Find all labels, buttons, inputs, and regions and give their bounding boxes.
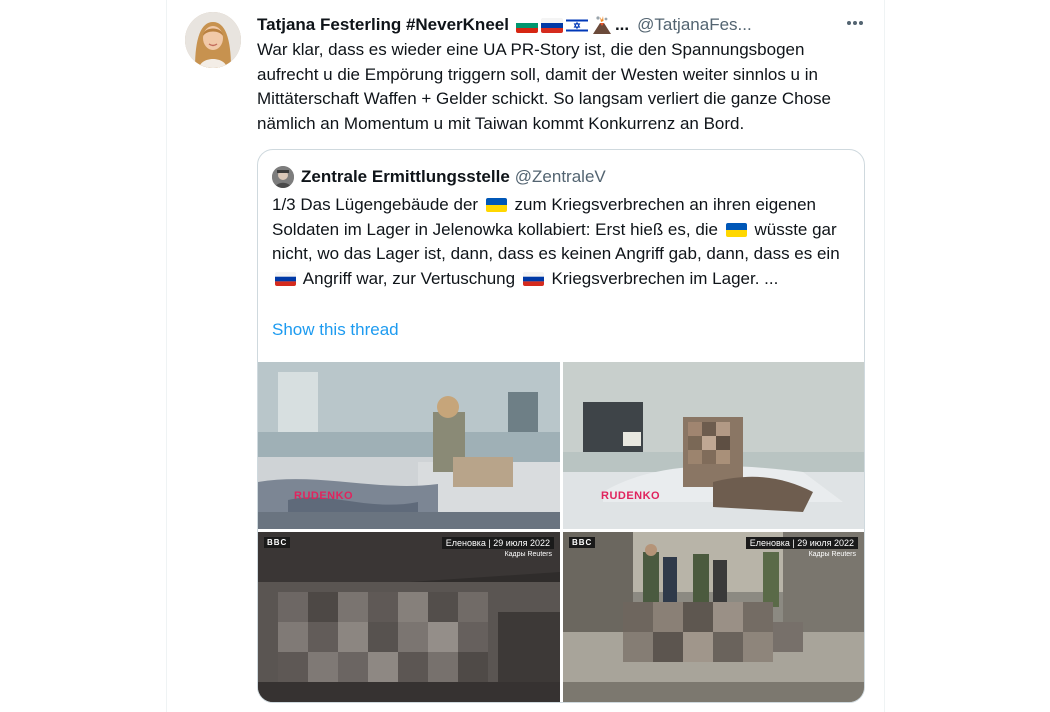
media-grid: RUDENKO RUDENKO BBC Еленовка | 29 июля 2… [258, 362, 864, 702]
russia-flag-icon [522, 271, 544, 286]
israel-flag-icon [565, 17, 588, 33]
quoted-tweet[interactable]: Zentrale Ermittlungsstelle @ZentraleV 1/… [257, 149, 865, 703]
ukraine-flag-icon [485, 198, 507, 212]
media-image-2[interactable]: RUDENKO [563, 362, 864, 529]
quoted-text-part: Angriff war, zur Vertuschung [299, 268, 520, 288]
ukraine-flag-icon [725, 222, 747, 237]
media-image-1[interactable]: RUDENKO [258, 362, 560, 529]
watermark-label: RUDENKO [294, 490, 354, 502]
bbc-logo: BBC [569, 537, 596, 548]
volcano-icon [591, 15, 613, 35]
quoted-tweet-text: 1/3 Das Lügengebäude der zum Kriegsverbr… [272, 193, 852, 291]
watermark-label: RUDENKO [601, 490, 661, 502]
tweet-header: Tatjana Festerling #NeverKneel ... @Tatj… [257, 13, 837, 37]
russia-flag-icon [275, 271, 296, 286]
author-handle[interactable]: @TatjanaFes... [637, 15, 752, 35]
name-emoji-group [515, 15, 613, 35]
quoted-avatar[interactable] [272, 166, 294, 188]
timeline-right-border [884, 0, 885, 712]
video-credit: Кадры Reuters [504, 551, 552, 558]
tweet-text: War klar, dass es wieder eine UA PR-Stor… [257, 40, 832, 133]
bbc-logo: BBC [264, 537, 291, 548]
video-caption: Еленовка | 29 июля 2022 [441, 537, 554, 549]
media-image-4[interactable]: BBC Еленовка | 29 июля 2022 Кадры Reuter… [563, 532, 864, 702]
quoted-tweet-header: Zentrale Ermittlungsstelle @ZentraleV [272, 164, 606, 190]
name-truncation-ellipsis: ... [614, 15, 630, 34]
media-image-3[interactable]: BBC Еленовка | 29 июля 2022 Кадры Reuter… [258, 532, 560, 702]
video-credit: Кадры Reuters [808, 551, 856, 558]
author-name[interactable]: Tatjana Festerling #NeverKneel [257, 15, 509, 35]
bulgaria-flag-icon [515, 17, 538, 33]
quoted-author-handle[interactable]: @ZentraleV [515, 167, 606, 187]
quoted-author-name[interactable]: Zentrale Ermittlungsstelle [301, 167, 510, 187]
quoted-text-part: 1/3 Das Lügengebäude der [272, 195, 483, 214]
video-caption: Еленовка | 29 июля 2022 [745, 537, 858, 549]
tweet[interactable]: Tatjana Festerling #NeverKneel ... @Tatj… [167, 0, 884, 712]
quoted-text-part: Kriegsverbrechen im Lager. ... [546, 268, 779, 288]
avatar[interactable] [185, 12, 241, 68]
show-thread-link[interactable]: Show this thread [272, 320, 399, 340]
russia-flag-icon [540, 17, 563, 33]
more-horizontal-icon[interactable] [844, 12, 866, 34]
